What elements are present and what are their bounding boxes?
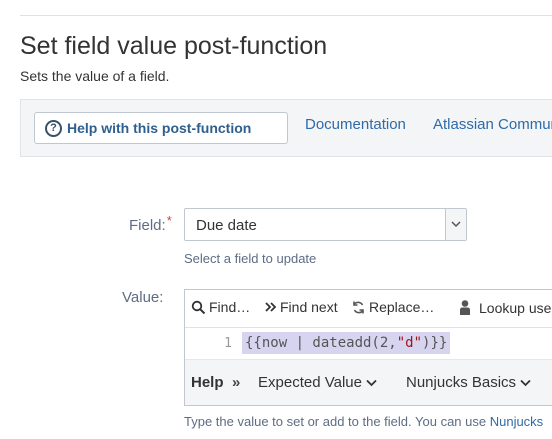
value-hint: Type the value to set or add to the fiel… xyxy=(184,414,543,429)
code-text-suffix: )}} xyxy=(422,335,448,351)
page-subtitle: Sets the value of a field. xyxy=(20,68,170,84)
value-hint-text: Type the value to set or add to the fiel… xyxy=(184,414,490,429)
double-chevron-right-icon xyxy=(265,302,277,312)
editor-toolbar: Find… Find next Replace… Lookup user xyxy=(185,290,552,328)
field-hint: Select a field to update xyxy=(184,251,317,266)
code-text-prefix: {{now | dateadd(2, xyxy=(245,335,397,351)
top-divider xyxy=(20,15,552,16)
line-number: 1 xyxy=(224,336,232,351)
nunjucks-basics-label: Nunjucks Basics xyxy=(406,374,517,391)
find-next-label: Find next xyxy=(280,299,338,315)
user-icon xyxy=(460,300,470,315)
field-label: Field:* xyxy=(129,213,172,234)
replace-icon xyxy=(353,301,364,313)
search-icon xyxy=(191,300,206,314)
documentation-link[interactable]: Documentation xyxy=(305,116,406,133)
replace-label: Replace… xyxy=(369,299,435,315)
expected-value-dropdown[interactable]: Expected Value xyxy=(258,374,377,391)
code-line[interactable]: {{now | dateadd(2,"d")}} xyxy=(242,332,451,354)
chevron-down-icon xyxy=(366,379,377,387)
field-select-value: Due date xyxy=(196,217,257,234)
find-next-button[interactable]: Find next xyxy=(264,299,338,315)
find-label: Find… xyxy=(209,299,251,315)
help-bar: ? Help with this post-function Documenta… xyxy=(20,99,552,157)
question-circle-icon: ? xyxy=(45,119,62,137)
expected-value-label: Expected Value xyxy=(258,374,362,391)
code-area[interactable]: 1 {{now | dateadd(2,"d")}} xyxy=(185,328,552,359)
help-button-label: Help with this post-function xyxy=(67,120,252,136)
code-string-literal: "d" xyxy=(396,335,423,351)
help-separator: » xyxy=(232,374,241,391)
replace-button[interactable]: Replace… xyxy=(351,299,434,315)
nunjucks-link[interactable]: Nunjucks xyxy=(490,414,543,429)
field-label-text: Field: xyxy=(129,217,166,234)
page-title: Set field value post-function xyxy=(20,32,328,60)
value-label: Value: xyxy=(122,289,164,306)
lookup-user-label: Lookup user xyxy=(479,299,552,316)
help-with-post-function-button[interactable]: ? Help with this post-function xyxy=(34,112,288,144)
atlassian-community-link[interactable]: Atlassian Community xyxy=(433,116,552,133)
chevron-down-icon xyxy=(520,379,531,387)
lookup-user-button[interactable]: Lookup user xyxy=(457,299,552,316)
value-editor: Find… Find next Replace… Lookup user 1 {… xyxy=(184,289,552,406)
nunjucks-basics-dropdown[interactable]: Nunjucks Basics xyxy=(406,374,531,391)
help-tab[interactable]: Help xyxy=(191,374,224,391)
find-button[interactable]: Find… xyxy=(191,299,250,315)
required-asterisk: * xyxy=(166,213,172,228)
editor-help-row: Help » Expected Value Nunjucks Basics xyxy=(185,359,552,405)
chevron-down-icon xyxy=(445,209,466,240)
field-select[interactable]: Due date xyxy=(184,208,467,241)
